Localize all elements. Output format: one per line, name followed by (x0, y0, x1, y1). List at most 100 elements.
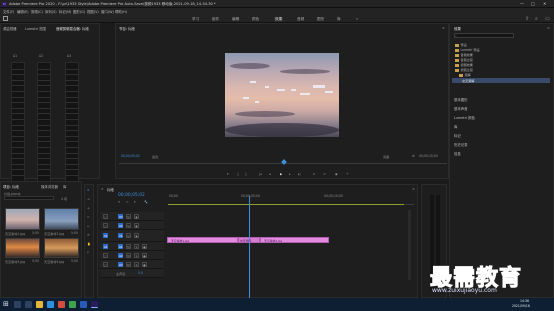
browser-icon[interactable] (47, 301, 54, 308)
tab-media-browser[interactable]: 媒体浏览器 (41, 184, 58, 189)
track-lock-icon[interactable]: ▢ (103, 222, 108, 228)
chrome-icon[interactable] (69, 301, 76, 308)
play-icon[interactable]: ▶ (280, 172, 282, 176)
hamburger-icon[interactable]: ≡ (412, 187, 415, 191)
hamburger-icon[interactable]: ≡ (442, 26, 445, 30)
tab-effects[interactable]: 效果 (454, 26, 461, 31)
minimize-button[interactable]: — (520, 1, 524, 6)
linked-selection-icon[interactable]: ⊂ (126, 200, 129, 204)
workspace-editing[interactable]: 编辑 (232, 17, 239, 22)
tab-timeline-sequence[interactable]: 片段 (107, 187, 114, 192)
track-lock-icon[interactable]: ▢ (103, 252, 108, 258)
add-marker-icon[interactable]: ▾ (134, 200, 136, 204)
track-select-tool-icon[interactable]: ⇥ (87, 197, 90, 201)
type-tool-icon[interactable]: T (87, 251, 89, 255)
mark-in-icon[interactable]: ▾ (227, 172, 229, 176)
step-forward-icon[interactable]: ▸ (289, 172, 291, 176)
mic-icon[interactable]: ● (142, 243, 147, 249)
sync-lock-icon[interactable]: ⇆ (126, 233, 131, 238)
mic-icon[interactable]: ● (142, 261, 147, 267)
extract-icon[interactable]: ⊐ (323, 172, 326, 176)
mic-icon[interactable]: ● (142, 252, 147, 258)
wrench-icon[interactable]: 🔧 (144, 200, 148, 204)
workspace-graphics[interactable]: 图形 (317, 17, 324, 22)
timeline-clip[interactable]: 天空素材1.jpg (167, 237, 238, 243)
button-editor-icon[interactable]: + (346, 172, 349, 176)
message-icon[interactable]: ▭ (545, 16, 550, 22)
project-search-input[interactable] (4, 196, 54, 200)
track-label-a1[interactable]: A1 (118, 243, 123, 249)
timeline-timecode[interactable]: 00;00;05;02 (118, 193, 145, 198)
mute-button[interactable]: M (126, 261, 131, 267)
eye-icon[interactable]: ◉ (134, 213, 139, 219)
solo-button[interactable]: S (134, 261, 139, 267)
section-markers[interactable]: 标记 (454, 133, 461, 138)
search-icon[interactable]: ⌕ (535, 16, 538, 22)
sync-lock-icon[interactable]: ⇆ (126, 222, 131, 228)
share-icon[interactable]: ⇪ (525, 16, 529, 22)
premiere-taskbar-icon[interactable] (91, 301, 98, 308)
go-to-in-icon[interactable]: } (245, 172, 247, 176)
track-lock-icon[interactable]: ▢ (103, 213, 108, 219)
workspace-effects[interactable]: 效果 (274, 16, 284, 22)
solo-button[interactable]: S (134, 252, 139, 258)
program-current-time[interactable]: 00;00;05;02 (121, 154, 140, 158)
razor-tool-icon[interactable]: ✂ (87, 215, 90, 219)
home-icon[interactable] (3, 16, 8, 21)
track-label-v2[interactable]: V2 (118, 222, 123, 228)
mute-button[interactable]: M (126, 252, 131, 258)
master-volume-value[interactable]: 0.0 (138, 271, 143, 275)
mute-button[interactable]: M (126, 243, 131, 249)
settings-icon[interactable]: ⚙ (412, 154, 415, 158)
step-back-icon[interactable]: |◂ (259, 172, 262, 176)
lift-icon[interactable]: ⊏ (313, 172, 316, 176)
taskbar-time[interactable]: 14:36 (520, 299, 529, 303)
tab-lumetri-scopes[interactable]: Lumetri 范围 (25, 26, 46, 31)
track-label-a3[interactable]: A3 (118, 261, 123, 267)
ripple-edit-tool-icon[interactable]: ⟛ (87, 206, 90, 210)
hamburger-icon[interactable]: ≡ (547, 26, 550, 30)
effects-item-cross-dissolve[interactable]: 交叉溶解 (452, 78, 550, 83)
workspace-color[interactable]: 颜色 (252, 17, 259, 22)
snap-icon[interactable]: ⊓ (118, 200, 120, 204)
slip-tool-icon[interactable]: ↔ (87, 224, 90, 228)
work-area-bar[interactable] (168, 204, 404, 205)
project-item-thumb[interactable] (44, 238, 79, 258)
workspace-assembly[interactable]: 组件 (212, 17, 219, 22)
close-icon[interactable]: ✕ (101, 187, 104, 191)
solo-button[interactable]: S (134, 243, 139, 249)
timeline-clip[interactable]: 天空素材2.jpg (260, 237, 329, 243)
track-label-v1[interactable]: V1 (118, 233, 123, 238)
program-zoom-select[interactable]: 适合 (152, 154, 158, 159)
section-essential-graphics[interactable]: 基本图形 (454, 97, 468, 102)
program-quality-select[interactable]: 完整 (383, 154, 389, 159)
go-to-out-icon[interactable]: ▸| (298, 172, 301, 176)
workspace-learn[interactable]: 学习 (192, 17, 199, 22)
windows-start-icon[interactable]: ⊞ (3, 301, 10, 308)
section-lumetri-color[interactable]: Lumetri 颜色 (454, 115, 475, 120)
eye-icon[interactable]: ◉ (134, 222, 139, 228)
workspace-overflow[interactable]: » (356, 17, 358, 21)
tab-project[interactable]: 项目: 片段 (3, 184, 19, 189)
sync-lock-icon[interactable]: ⇆ (126, 213, 131, 219)
step-back-frame-icon[interactable]: ◂ (269, 172, 271, 176)
track-label-v3[interactable]: V3 (118, 213, 123, 219)
timeline-playhead[interactable] (249, 196, 250, 298)
hand-tool-icon[interactable]: ✋ (87, 242, 91, 246)
tab-audio-clip-mixer[interactable]: 音频剪辑混合器: 片段 (56, 26, 89, 31)
close-button[interactable]: ✕ (543, 1, 546, 6)
project-item-thumb[interactable] (5, 238, 40, 258)
effects-search-input[interactable] (454, 33, 514, 38)
workspace-libraries[interactable]: 库 (337, 17, 341, 22)
selection-tool-icon[interactable]: ➤ (87, 188, 90, 192)
task-view-icon[interactable] (25, 301, 32, 308)
source-patch-v1[interactable]: V1 (103, 233, 108, 238)
section-libraries[interactable]: 库 (454, 124, 457, 129)
section-info[interactable]: 信息 (454, 151, 461, 156)
project-item-thumb[interactable] (44, 208, 79, 230)
file-explorer-icon[interactable] (36, 301, 43, 308)
source-patch-a1[interactable]: A1 (103, 243, 108, 249)
app-icon[interactable] (58, 301, 65, 308)
section-history[interactable]: 历史记录 (454, 142, 468, 147)
effects-folder-dissolve[interactable]: 溶解 (459, 72, 471, 77)
